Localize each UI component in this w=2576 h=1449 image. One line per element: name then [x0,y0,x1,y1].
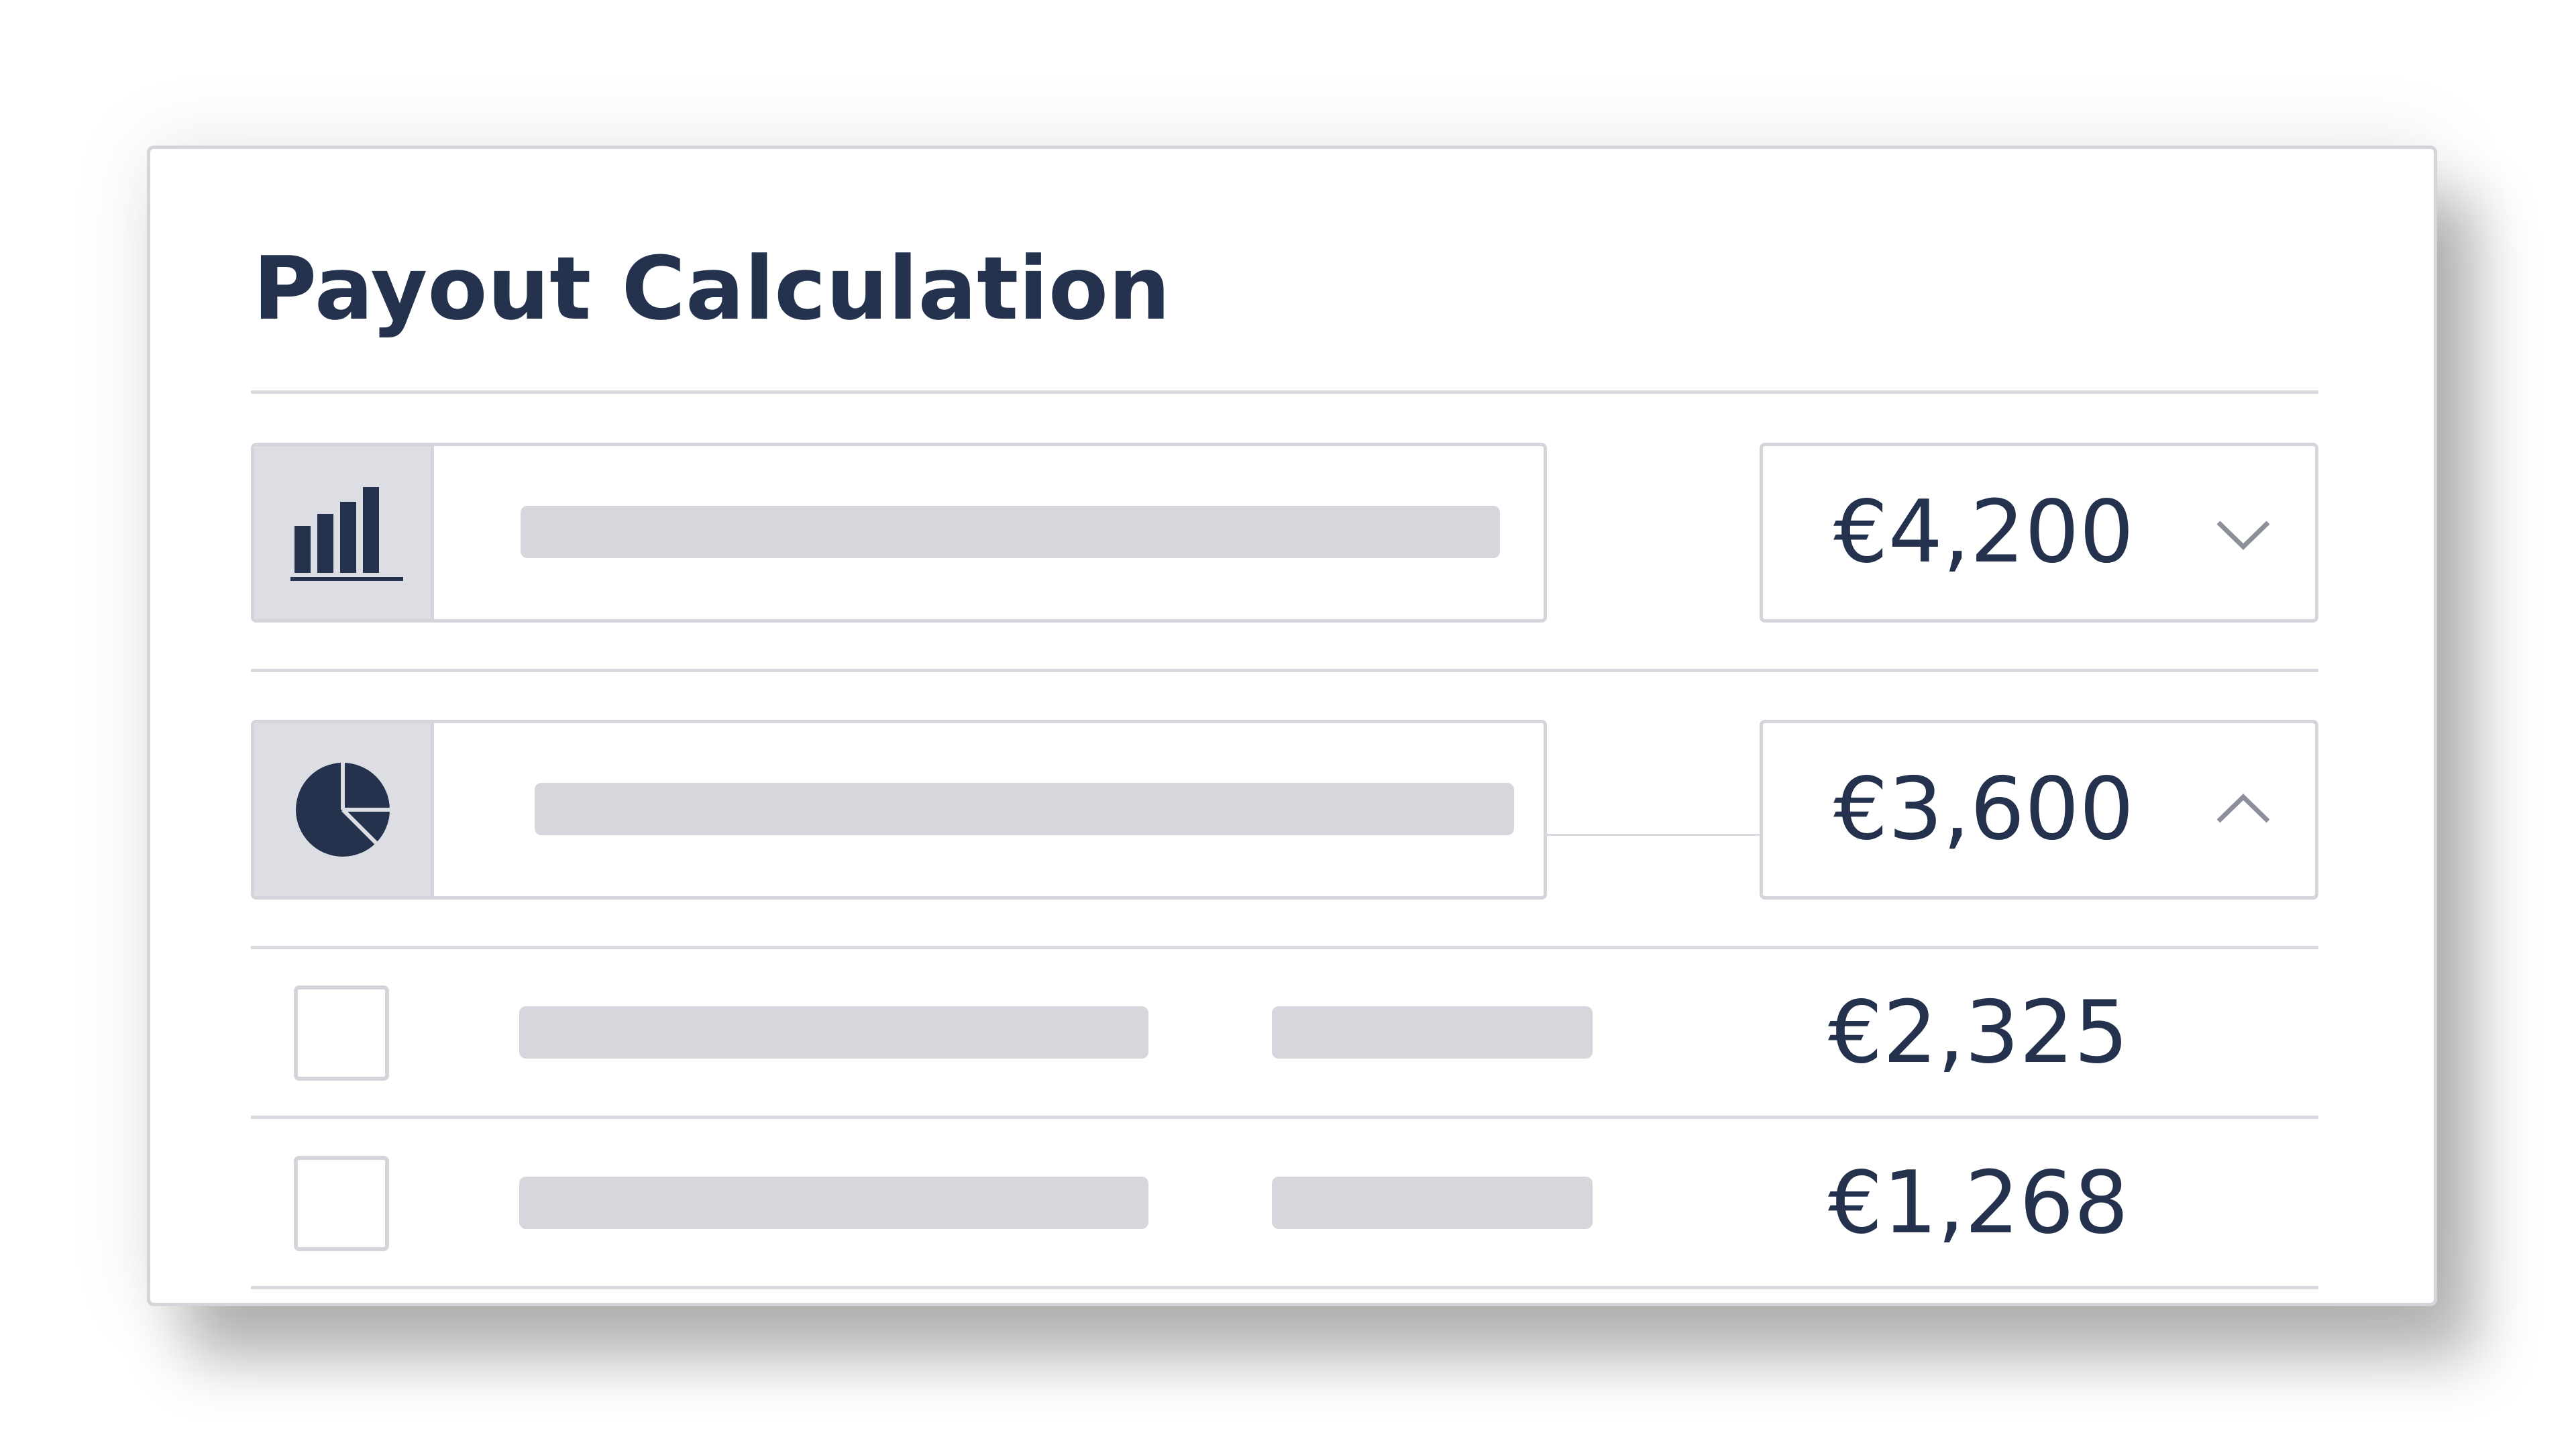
bar-chart-icon [290,487,403,581]
divider [251,1116,2318,1119]
divider [251,1286,2318,1289]
row-amount: €1,268 [1828,1153,2129,1253]
amount-dropdown-2[interactable]: €3,600 [1760,720,2318,900]
amount-dropdown-1[interactable]: €4,200 [1760,443,2318,623]
row-detail-placeholder [1272,1006,1593,1059]
connector-line [1544,834,1766,836]
row-checkbox[interactable] [294,985,389,1081]
divider [251,669,2318,672]
chevron-up-icon[interactable] [2213,780,2273,840]
chevron-down-icon[interactable] [2213,502,2273,563]
bar-chart-icon-box [254,446,434,619]
divider [251,946,2318,949]
row-label-placeholder [519,1006,1148,1059]
row-label-placeholder [519,1177,1148,1229]
amount-value: €3,600 [1833,759,2134,859]
divider [251,390,2318,394]
label-placeholder [535,783,1514,835]
payout-field-1[interactable] [251,443,1547,623]
payout-field-2[interactable] [251,720,1547,900]
row-checkbox[interactable] [294,1156,389,1251]
row-detail-placeholder [1272,1177,1593,1229]
pie-chart-icon [295,763,390,857]
page-title: Payout Calculation [253,237,1171,339]
row-amount: €2,325 [1828,983,2129,1083]
label-placeholder [521,506,1500,558]
amount-value: €4,200 [1833,482,2134,582]
pie-chart-icon-box [254,723,434,896]
